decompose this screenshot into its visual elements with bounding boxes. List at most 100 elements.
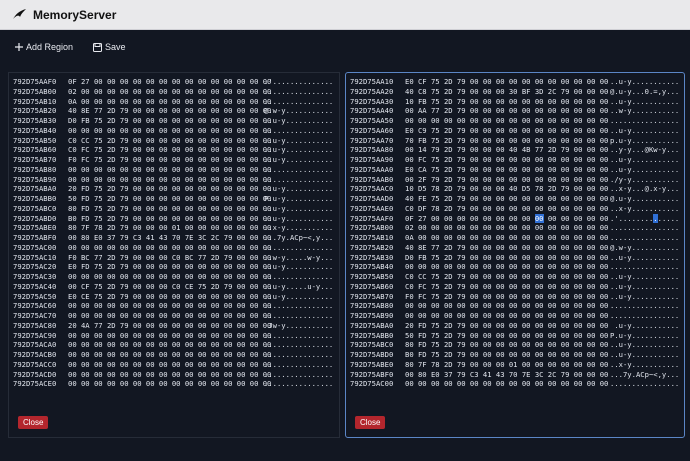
row-ascii: ..u-y........... <box>610 340 680 350</box>
hex-byte[interactable]: 00 <box>561 214 570 223</box>
row-hex-bytes[interactable]: 00 00 00 00 00 00 00 00 00 00 00 00 00 0… <box>68 331 271 341</box>
row-hex-bytes[interactable]: 40 8E 77 2D 79 00 00 00 00 00 00 00 00 0… <box>68 106 271 116</box>
row-hex-bytes[interactable]: 0F 27 00 00 00 00 00 00 00 00 00 00 00 0… <box>405 213 610 224</box>
row-hex-bytes[interactable]: 20 FD 75 2D 79 00 00 00 00 00 00 00 00 0… <box>405 321 610 331</box>
save-button[interactable]: Save <box>93 42 126 52</box>
close-button[interactable]: Close <box>18 416 49 429</box>
hex-byte[interactable]: 00 <box>457 214 466 223</box>
row-hex-bytes[interactable]: 00 00 00 00 00 00 00 00 00 00 00 00 00 0… <box>405 301 610 311</box>
row-ascii: ..u-y........... <box>264 213 334 223</box>
row-hex-bytes[interactable]: 40 FE 75 2D 79 00 00 00 00 00 00 00 00 0… <box>405 194 610 204</box>
row-hex-bytes[interactable]: 00 00 00 00 00 00 00 00 00 00 00 00 00 0… <box>68 301 271 311</box>
row-hex-bytes[interactable]: 00 80 E0 37 79 C3 41 43 70 7E 3C 2C 79 0… <box>68 233 271 243</box>
row-address: 792D75AC80 <box>13 320 57 330</box>
row-hex-bytes[interactable]: F0 FC 75 2D 79 00 00 00 00 00 00 00 00 0… <box>405 292 610 302</box>
row-hex-bytes[interactable]: 20 4A 77 2D 79 00 00 00 00 00 00 00 00 0… <box>68 321 271 331</box>
row-hex-bytes[interactable]: 00 80 E0 37 79 C3 41 43 70 7E 3C 2C 79 0… <box>405 370 610 380</box>
row-hex-bytes[interactable]: C0 FC 75 2D 79 00 00 00 00 00 00 00 00 0… <box>405 282 610 292</box>
row-hex-bytes[interactable]: 40 C8 75 2D 79 00 00 00 30 BF 3D 2C 79 0… <box>405 87 610 97</box>
row-hex-bytes[interactable]: B0 FD 75 2D 79 00 00 00 00 00 00 00 00 0… <box>405 350 610 360</box>
row-hex-bytes[interactable]: C0 DF 78 2D 79 00 00 00 00 00 00 00 00 0… <box>405 204 610 214</box>
hex-byte[interactable]: 00 <box>431 214 440 223</box>
row-hex-bytes[interactable]: 0A 00 00 00 00 00 00 00 00 00 00 00 00 0… <box>405 233 610 243</box>
add-region-button[interactable]: Add Region <box>15 42 73 52</box>
row-hex-bytes[interactable]: 00 00 00 00 00 00 00 00 00 00 00 00 00 0… <box>68 165 271 175</box>
row-hex-bytes[interactable]: 0F 27 00 00 00 00 00 00 00 00 00 00 00 0… <box>68 77 271 87</box>
hex-byte[interactable]: 00 <box>522 214 531 223</box>
hex-byte[interactable]: 00 <box>496 214 505 223</box>
row-hex-bytes[interactable]: 00 00 00 00 00 00 00 00 00 00 00 00 00 0… <box>405 262 610 272</box>
memory-panel-left[interactable]: 792D75AAF0 0F 27 00 00 00 00 00 00 00 00 … <box>8 72 340 438</box>
row-hex-bytes[interactable]: B0 FD 75 2D 79 00 00 00 00 00 00 00 00 0… <box>68 214 271 224</box>
row-hex-bytes[interactable]: 00 AA 77 2D 79 00 00 00 00 00 00 00 00 0… <box>405 106 610 116</box>
row-hex-bytes[interactable]: 00 CF 75 2D 79 00 00 00 C0 CE 75 2D 79 0… <box>68 282 271 292</box>
row-hex-bytes[interactable]: 50 FD 75 2D 79 00 00 00 00 00 00 00 00 0… <box>68 194 271 204</box>
row-hex-bytes[interactable]: 00 00 00 00 00 00 00 00 00 00 00 00 00 0… <box>68 175 271 185</box>
row-hex-bytes[interactable]: 00 00 00 00 00 00 00 00 00 00 00 00 00 0… <box>405 116 610 126</box>
row-hex-bytes[interactable]: 50 FD 75 2D 79 00 00 00 00 00 00 00 00 0… <box>405 331 610 341</box>
hex-byte[interactable]: 00 <box>444 214 453 223</box>
row-hex-bytes[interactable]: 00 00 00 00 00 00 00 00 00 00 00 00 00 0… <box>68 370 271 380</box>
hex-row: 792D75AC40 00 CF 75 2D 79 00 00 00 C0 CE … <box>13 282 336 292</box>
row-address: 792D75AAF0 <box>13 77 57 86</box>
row-ascii: ..u-y........... <box>264 155 334 164</box>
row-hex-bytes[interactable]: 00 00 00 00 00 00 00 00 00 00 00 00 00 0… <box>68 311 271 321</box>
row-ascii: @.u-y...0.=,y... <box>610 86 680 96</box>
row-hex-bytes[interactable]: 0A 00 00 00 00 00 00 00 00 00 00 00 00 0… <box>68 97 271 107</box>
row-hex-bytes[interactable]: F0 BC 77 2D 79 00 00 00 C0 BC 77 2D 79 0… <box>68 253 271 263</box>
hex-row: 792D75ACA0 00 00 00 00 00 00 00 00 00 00 … <box>13 340 336 350</box>
row-hex-bytes[interactable]: 00 2F 79 2D 79 00 00 00 00 00 00 00 00 0… <box>405 175 610 185</box>
row-hex-bytes[interactable]: 70 FB 75 2D 79 00 00 00 00 00 00 00 00 0… <box>405 136 610 146</box>
hex-byte[interactable]: 00 <box>600 214 609 223</box>
row-hex-bytes[interactable]: 80 FD 75 2D 79 00 00 00 00 00 00 00 00 0… <box>68 204 271 214</box>
row-hex-bytes[interactable]: 20 FD 75 2D 79 00 00 00 00 00 00 00 00 0… <box>68 184 271 194</box>
row-hex-bytes[interactable]: 00 00 00 00 00 00 00 00 00 00 00 00 00 0… <box>68 360 271 370</box>
row-hex-bytes[interactable]: 00 00 00 00 00 00 00 00 00 00 00 00 00 0… <box>68 126 271 136</box>
hex-byte[interactable]: 00 <box>483 214 492 223</box>
row-hex-bytes[interactable]: 10 FB 75 2D 79 00 00 00 00 00 00 00 00 0… <box>405 97 610 107</box>
hex-byte[interactable]: 0F <box>405 214 414 223</box>
row-hex-bytes[interactable]: 80 7F 78 2D 79 00 00 00 01 00 00 00 00 0… <box>68 223 271 233</box>
hex-byte[interactable]: 00 <box>574 214 583 223</box>
row-hex-bytes[interactable]: 00 00 00 00 00 00 00 00 00 00 00 00 00 0… <box>68 272 271 282</box>
row-hex-bytes[interactable]: 00 00 00 00 00 00 00 00 00 00 00 00 00 0… <box>68 243 271 253</box>
selected-byte[interactable]: 00 <box>534 213 544 223</box>
row-ascii: ..u-y........... <box>610 291 680 301</box>
row-hex-bytes[interactable]: 10 D5 78 2D 79 00 00 00 40 D5 78 2D 79 0… <box>405 184 610 194</box>
row-hex-bytes[interactable]: D0 FB 75 2D 79 00 00 00 00 00 00 00 00 0… <box>68 116 271 126</box>
row-hex-bytes[interactable]: C0 CC 75 2D 79 00 00 00 00 00 00 00 00 0… <box>68 136 271 146</box>
row-hex-bytes[interactable]: 00 00 00 00 00 00 00 00 00 00 00 00 00 0… <box>68 340 271 350</box>
memory-panel-right[interactable]: 792D75AA10 E0 CF 75 2D 79 00 00 00 00 00 … <box>345 72 685 438</box>
row-ascii: ................ <box>610 311 680 320</box>
hex-byte[interactable]: 00 <box>509 214 518 223</box>
row-hex-bytes[interactable]: E0 FD 75 2D 79 00 00 00 00 00 00 00 00 0… <box>68 262 271 272</box>
row-hex-bytes[interactable]: C0 CC 75 2D 79 00 00 00 00 00 00 00 00 0… <box>405 272 610 282</box>
row-hex-bytes[interactable]: 00 00 00 00 00 00 00 00 00 00 00 00 00 0… <box>405 379 610 389</box>
row-hex-bytes[interactable]: D0 FB 75 2D 79 00 00 00 00 00 00 00 00 0… <box>405 253 610 263</box>
hex-byte[interactable]: 00 <box>548 214 557 223</box>
row-hex-bytes[interactable]: 80 FD 75 2D 79 00 00 00 00 00 00 00 00 0… <box>405 340 610 350</box>
hex-view[interactable]: 792D75AA10 E0 CF 75 2D 79 00 00 00 00 00 … <box>350 77 682 389</box>
row-ascii: ..u-y........... <box>610 125 680 135</box>
row-hex-bytes[interactable]: 80 7F 78 2D 79 00 00 00 01 00 00 00 00 0… <box>405 360 610 370</box>
hex-byte[interactable]: 00 <box>470 214 479 223</box>
row-hex-bytes[interactable]: E0 CA 75 2D 79 00 00 00 00 00 00 00 00 0… <box>405 165 610 175</box>
row-hex-bytes[interactable]: 02 00 00 00 00 00 00 00 00 00 00 00 00 0… <box>405 223 610 233</box>
row-hex-bytes[interactable]: 00 00 00 00 00 00 00 00 00 00 00 00 00 0… <box>405 311 610 321</box>
hex-byte[interactable]: 27 <box>418 214 427 223</box>
row-hex-bytes[interactable]: 02 00 00 00 00 00 00 00 00 00 00 00 00 0… <box>68 87 271 97</box>
row-address: 792D75AB20 <box>13 106 57 116</box>
row-hex-bytes[interactable]: 00 00 00 00 00 00 00 00 00 00 00 00 00 0… <box>68 379 271 389</box>
row-hex-bytes[interactable]: 40 8E 77 2D 79 00 00 00 00 00 00 00 00 0… <box>405 243 610 253</box>
row-hex-bytes[interactable]: E0 CE 75 2D 79 00 00 00 00 00 00 00 00 0… <box>68 292 271 302</box>
row-hex-bytes[interactable]: E0 C9 75 2D 79 00 00 00 00 00 00 00 00 0… <box>405 126 610 136</box>
row-hex-bytes[interactable]: C0 FC 75 2D 79 00 00 00 00 00 00 00 00 0… <box>68 145 271 155</box>
row-hex-bytes[interactable]: F0 FC 75 2D 79 00 00 00 00 00 00 00 00 0… <box>68 155 271 165</box>
row-hex-bytes[interactable]: 00 FC 75 2D 79 00 00 00 00 00 00 00 00 0… <box>405 155 610 165</box>
row-hex-bytes[interactable]: 00 14 79 2D 79 00 00 00 40 4B 77 2D 79 0… <box>405 145 610 155</box>
row-hex-bytes[interactable]: E0 CF 75 2D 79 00 00 00 00 00 00 00 00 0… <box>405 77 610 87</box>
hex-view[interactable]: 792D75AAF0 0F 27 00 00 00 00 00 00 00 00 … <box>13 77 336 389</box>
close-button[interactable]: Close <box>355 416 386 429</box>
hex-byte[interactable]: 00 <box>587 214 596 223</box>
row-hex-bytes[interactable]: 00 00 00 00 00 00 00 00 00 00 00 00 00 0… <box>68 350 271 360</box>
